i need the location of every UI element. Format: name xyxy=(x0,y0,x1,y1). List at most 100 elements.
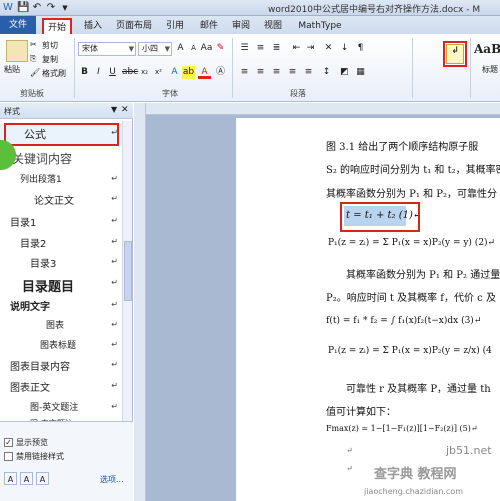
style-item-label: 目录3 xyxy=(30,259,57,270)
style-item-chart-body[interactable]: 图表正文 ↵ xyxy=(0,376,122,397)
change-case-icon[interactable]: Aa xyxy=(200,42,213,55)
style-item-chart[interactable]: 图表 ↵ xyxy=(0,315,122,336)
tab-insert[interactable]: 插入 xyxy=(80,18,106,34)
style-sample[interactable]: AaBb xyxy=(474,42,500,56)
options-link[interactable]: 选项... xyxy=(100,474,124,485)
paste-icon[interactable] xyxy=(6,40,28,62)
tab-view[interactable]: 视图 xyxy=(260,18,286,34)
tab-mathtype[interactable]: MathType xyxy=(294,18,346,34)
tab-home[interactable]: 开始 xyxy=(42,18,72,34)
show-marks-icon[interactable]: ¶ xyxy=(354,42,367,55)
horizontal-ruler[interactable] xyxy=(146,103,500,115)
copy-icon[interactable]: ⎘ xyxy=(30,54,36,64)
text-effects-icon[interactable]: A xyxy=(168,66,181,79)
formula-2[interactable]: P₁(z = zᵢ) = Σ P₁(x = x)P₂(y = y) (2)↵ xyxy=(328,238,495,248)
tab-page-layout[interactable]: 页面布局 xyxy=(110,18,158,34)
style-item-toc-heading[interactable]: 目录题目 ↵ xyxy=(0,273,122,295)
style-item-label: 目录2 xyxy=(20,239,47,250)
word-app-icon[interactable]: W xyxy=(2,2,14,14)
formula-3[interactable]: f(t) = f₁ * f₂ = ∫ f₁(x)f₂(t−x)dx (3)↵ xyxy=(326,316,481,326)
tab-references[interactable]: 引用 xyxy=(162,18,188,34)
line-spacing-icon[interactable]: ↕ xyxy=(320,66,333,79)
superscript-icon[interactable]: x² xyxy=(152,66,165,79)
style-item-list-paragraph[interactable]: 列出段落1 ↵ xyxy=(0,169,122,190)
scroll-thumb[interactable] xyxy=(124,241,132,301)
window-title: word2010中公式居中编号右对齐操作方法.docx - M xyxy=(268,5,481,15)
paragraph-mark-icon: ↵ xyxy=(346,464,353,473)
multilevel-list-icon[interactable]: ≣ xyxy=(270,42,283,55)
font-size-select[interactable]: 小四 ▼ xyxy=(138,42,172,56)
align-right-icon[interactable]: ≡ xyxy=(270,66,283,79)
strikethrough-icon[interactable]: abc xyxy=(122,66,138,79)
style-item-toc2[interactable]: 目录2 ↵ xyxy=(0,232,122,253)
doc-text-line: 其概率函数分别为 P₁ 和 P₂，可靠性分 xyxy=(326,189,498,200)
format-painter-icon[interactable]: 🖌 xyxy=(30,68,40,77)
clear-format-icon[interactable]: ✎ xyxy=(214,42,227,55)
styles-scrollbar[interactable] xyxy=(122,121,132,451)
align-center-icon[interactable]: ≡ xyxy=(254,66,267,79)
close-icon[interactable]: ✕ xyxy=(121,105,129,115)
tab-file[interactable]: 文件 xyxy=(0,16,36,34)
save-icon[interactable]: 💾 xyxy=(17,2,29,14)
style-item-chart-title[interactable]: 图表标题 ↵ xyxy=(0,335,122,356)
style-item-thesis-body[interactable]: 论文正文 ↵ xyxy=(0,189,122,210)
decrease-indent-icon[interactable]: ⇤ xyxy=(290,42,303,55)
cut-button[interactable]: 剪切 xyxy=(42,40,58,51)
redo-icon[interactable]: ↷ xyxy=(45,2,57,14)
document-page[interactable]: 图 3.1 给出了两个顺序结构原子服 S₂ 的响应时间分别为 t₁ 和 t₂，其… xyxy=(236,118,500,501)
bold-icon[interactable]: B xyxy=(78,66,91,79)
highlight-icon[interactable]: ab xyxy=(182,66,195,79)
pane-menu-icon[interactable]: ▼ xyxy=(111,105,117,114)
bullets-icon[interactable]: ☰ xyxy=(238,42,251,55)
underline-icon[interactable]: U xyxy=(106,66,119,79)
tab-review[interactable]: 审阅 xyxy=(228,18,254,34)
paragraph-mark-icon: ↵ xyxy=(111,237,118,246)
watermark-url: jiaocheng.chazidian.com xyxy=(364,487,464,496)
grow-font-icon[interactable]: A xyxy=(174,42,187,55)
new-style-icon[interactable]: A xyxy=(4,472,17,485)
borders-icon[interactable]: ▦ xyxy=(354,66,367,79)
style-item-toc3[interactable]: 目录3 ↵ xyxy=(0,252,122,273)
font-color-icon[interactable]: A xyxy=(198,66,211,79)
sort-icon[interactable]: ↓ xyxy=(338,42,351,55)
show-preview-checkbox[interactable]: ✓ xyxy=(4,438,13,447)
increase-indent-icon[interactable]: ⇥ xyxy=(304,42,317,55)
justify-icon[interactable]: ≡ xyxy=(286,66,299,79)
style-item-label: 图-英文题注 xyxy=(30,403,79,413)
font-family-select[interactable]: 宋体 ▼ xyxy=(78,42,136,56)
italic-icon[interactable]: I xyxy=(92,66,105,79)
clipboard-group-label: 剪贴板 xyxy=(20,89,44,98)
align-left-icon[interactable]: ≡ xyxy=(238,66,251,79)
group-separator xyxy=(470,38,471,98)
style-item-chart-toc[interactable]: 图表目录内容 ↵ xyxy=(0,355,122,376)
formula-4[interactable]: P₁(z = zᵢ) = Σ P₁(x = x)P₂(y = z/x) (4 xyxy=(328,346,492,356)
shrink-font-icon[interactable]: A xyxy=(187,42,200,55)
tab-mailings[interactable]: 邮件 xyxy=(196,18,222,34)
copy-button[interactable]: 复制 xyxy=(42,54,58,65)
watermark-site: jb51.net xyxy=(446,444,492,457)
cut-icon[interactable]: ✂ xyxy=(30,40,37,49)
customize-quick-access-icon[interactable]: ▼ xyxy=(59,2,71,14)
highlight-box xyxy=(443,41,467,67)
disable-linked-checkbox[interactable] xyxy=(4,452,13,461)
style-item-keyword[interactable]: 关键词内容 xyxy=(0,147,122,168)
formula-5[interactable]: Fmax(z) = 1−[1−F₁(z)][1−F₂(z)] (5)↵ xyxy=(326,424,478,433)
subscript-icon[interactable]: x₂ xyxy=(138,66,151,79)
style-item-label: 目录题目 xyxy=(22,280,75,295)
char-shading-icon[interactable]: Ⓐ xyxy=(214,66,227,79)
style-item-caption-text[interactable]: 说明文字 ↵ xyxy=(0,295,122,316)
style-inspector-icon[interactable]: A xyxy=(20,472,33,485)
style-item-toc1[interactable]: 目录1 ↵ xyxy=(0,211,122,232)
doc-text-line: 图 3.1 给出了两个顺序结构原子服 xyxy=(326,142,479,153)
manage-styles-icon[interactable]: A xyxy=(36,472,49,485)
style-item-label: 图表正文 xyxy=(10,383,50,394)
chinese-layout-icon[interactable]: ✕ xyxy=(322,42,335,55)
vertical-ruler[interactable] xyxy=(134,103,146,501)
font-size-value: 小四 xyxy=(142,44,158,53)
paste-button[interactable]: 粘贴 xyxy=(4,64,20,75)
distributed-icon[interactable]: ≡ xyxy=(302,66,315,79)
format-painter-button[interactable]: 格式刷 xyxy=(42,68,66,79)
undo-icon[interactable]: ↶ xyxy=(31,2,43,14)
shading-icon[interactable]: ◩ xyxy=(338,66,351,79)
numbering-icon[interactable]: ≡ xyxy=(254,42,267,55)
